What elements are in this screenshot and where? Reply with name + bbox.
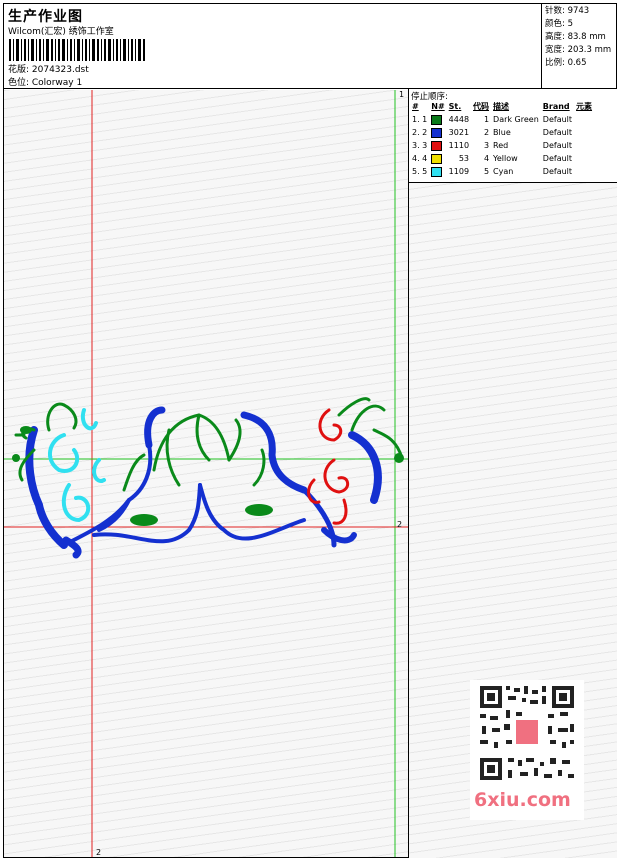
stitch-count: 针数: 9743	[545, 6, 590, 16]
guide-label-bottom: 2	[96, 848, 102, 857]
color-table-header: # N# St. 代码 描述 Brand 元素	[410, 100, 594, 113]
design-width: 宽度: 203.3 mm	[545, 45, 612, 55]
col-code: 代码	[473, 102, 490, 111]
cyan-swirls	[48, 408, 106, 523]
color-row: 1. 1 4448 1 Dark Green Default	[412, 114, 573, 125]
col-index: #	[412, 102, 419, 111]
design-canvas: 1 2 2	[4, 90, 408, 857]
guide-label-right: 2	[397, 520, 403, 529]
seal-logo	[516, 720, 538, 744]
page-title: 生产作业图	[8, 9, 83, 25]
design-scale: 比例: 0.65	[545, 58, 587, 68]
col-number: N#	[431, 102, 445, 111]
col-stitches: St.	[448, 102, 462, 111]
color-swatch	[431, 140, 443, 151]
color-row: 5. 5 1109 5 Cyan Default	[412, 166, 573, 177]
color-row: 4. 4 53 4 Yellow Default	[412, 153, 573, 164]
col-brand: Brand	[542, 102, 570, 111]
color-swatch	[431, 153, 443, 164]
design-height: 高度: 83.8 mm	[545, 32, 606, 42]
company-name: Wilcom(汇宏) 绣饰工作室	[8, 27, 114, 37]
stop-sequence-box: 停止顺序: # N# St. 代码 描述 Brand 元素 1. 1 4448 …	[409, 89, 617, 183]
colorway: 色位: Colorway 1	[8, 78, 83, 88]
col-desc: 描述	[493, 102, 510, 111]
red-swirls	[307, 408, 350, 525]
barcode	[9, 39, 145, 61]
color-swatch	[431, 114, 443, 125]
col-element: 元素	[576, 102, 593, 111]
color-swatch	[431, 166, 443, 177]
header: 生产作业图 Wilcom(汇宏) 绣饰工作室 花版: 2074323.dst 色…	[3, 3, 617, 89]
design-file: 花版: 2074323.dst	[8, 65, 89, 75]
color-table: # N# St. 代码 描述 Brand 元素 1. 1 4448 1 Dark…	[410, 100, 594, 178]
watermark-logo: 6xiu.com	[474, 789, 571, 811]
color-row: 2. 2 3021 2 Blue Default	[412, 127, 573, 138]
design-stats: 针数: 9743 颜色: 5 高度: 83.8 mm 宽度: 203.3 mm …	[541, 3, 617, 89]
embroidery-design	[4, 90, 408, 857]
color-row: 3. 3 1110 3 Red Default	[412, 140, 573, 151]
color-count: 颜色: 5	[545, 19, 573, 29]
guide-label-top: 1	[399, 90, 405, 99]
green-foliage	[14, 397, 404, 492]
color-swatch	[431, 127, 443, 138]
